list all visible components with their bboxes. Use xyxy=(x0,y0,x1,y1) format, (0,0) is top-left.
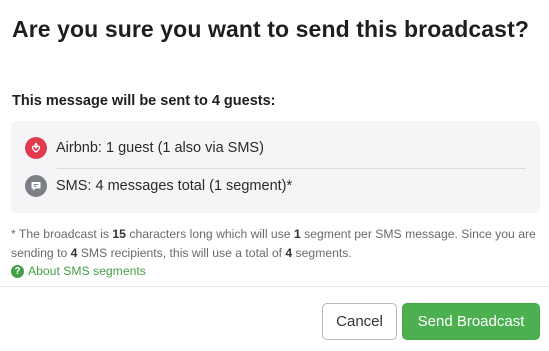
question-icon: ? xyxy=(11,264,24,278)
channel-row-sms: SMS: 4 messages total (1 segment)* xyxy=(25,174,292,198)
recipient-summary: This message will be sent to 4 guests: xyxy=(12,93,276,109)
sms-channel-text: SMS: 4 messages total (1 segment)* xyxy=(56,178,293,194)
airbnb-channel-text: Airbnb: 1 guest (1 also via SMS) xyxy=(56,140,264,156)
segments-per-message: 1 xyxy=(293,227,301,241)
row-divider xyxy=(57,168,526,169)
sms-icon xyxy=(25,175,47,197)
about-sms-segments-label: About SMS segments xyxy=(28,264,146,278)
channel-row-airbnb: Airbnb: 1 guest (1 also via SMS) xyxy=(25,136,264,160)
airbnb-icon xyxy=(25,137,47,159)
character-count: 15 xyxy=(112,227,126,241)
send-broadcast-button[interactable]: Send Broadcast xyxy=(402,303,540,340)
dialog-title: Are you sure you want to send this broad… xyxy=(12,16,529,42)
about-sms-segments-link[interactable]: ? About SMS segments xyxy=(11,263,146,279)
cancel-button[interactable]: Cancel xyxy=(322,303,397,340)
send-broadcast-dialog: Are you sure you want to send this broad… xyxy=(0,0,549,351)
channel-summary-panel: Airbnb: 1 guest (1 also via SMS) SMS: 4 … xyxy=(11,121,540,213)
sms-segment-note: * The broadcast is 15 characters long wh… xyxy=(11,227,536,260)
footer-divider xyxy=(0,286,549,287)
